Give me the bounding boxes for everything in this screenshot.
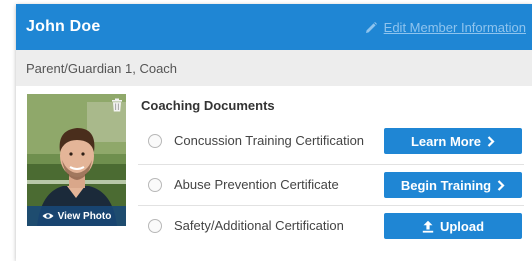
begin-training-button[interactable]: Begin Training	[384, 172, 522, 198]
document-radio[interactable]	[148, 219, 162, 233]
member-header: John Doe Edit Member Information	[16, 4, 532, 50]
document-radio[interactable]	[148, 134, 162, 148]
view-photo-label: View Photo	[57, 210, 112, 222]
member-name: John Doe	[26, 18, 101, 35]
pencil-icon	[365, 21, 377, 33]
member-photo: View Photo	[27, 94, 126, 226]
document-row: Abuse Prevention Certificate Begin Train…	[138, 164, 524, 205]
document-radio[interactable]	[148, 178, 162, 192]
roles-bar: Parent/Guardian 1, Coach	[16, 50, 532, 86]
learn-more-label: Learn More	[410, 133, 482, 149]
chevron-right-icon	[497, 179, 505, 191]
document-label: Safety/Additional Certification	[174, 218, 344, 233]
begin-training-label: Begin Training	[400, 177, 492, 193]
document-label: Concussion Training Certification	[174, 133, 365, 148]
member-card: John Doe Edit Member Information Parent/…	[16, 4, 532, 261]
document-row: Safety/Additional Certification Upload	[138, 205, 524, 246]
learn-more-button[interactable]: Learn More	[384, 128, 522, 154]
upload-button[interactable]: Upload	[384, 213, 522, 239]
view-photo-button[interactable]: View Photo	[27, 206, 126, 226]
trash-icon[interactable]	[111, 98, 123, 112]
eye-icon	[42, 213, 54, 219]
upload-label: Upload	[439, 218, 485, 234]
edit-member-link[interactable]: Edit Member Information	[364, 20, 526, 35]
chevron-right-icon	[487, 135, 495, 147]
document-label: Abuse Prevention Certificate	[174, 177, 339, 192]
document-row: Concussion Training Certification Learn …	[138, 121, 524, 161]
edit-member-label: Edit Member Information	[383, 20, 526, 35]
documents-title: Coaching Documents	[141, 98, 275, 113]
member-roles: Parent/Guardian 1, Coach	[26, 61, 178, 76]
upload-icon	[422, 220, 434, 233]
